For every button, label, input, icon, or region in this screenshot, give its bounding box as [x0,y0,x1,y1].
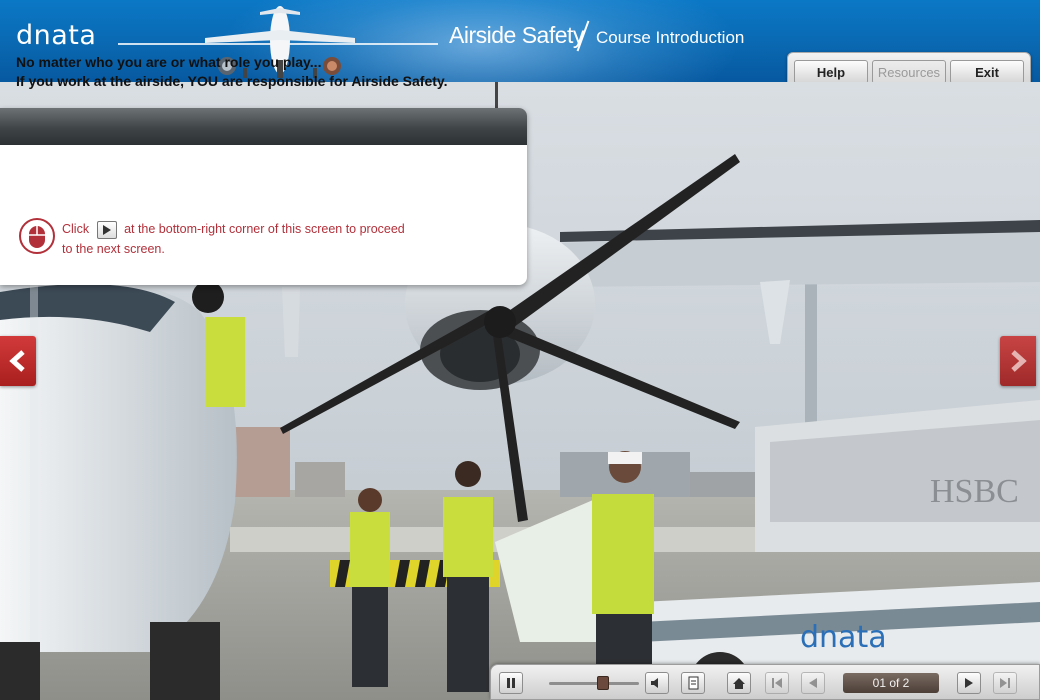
pause-button[interactable] [499,672,523,694]
last-page-icon [1000,678,1010,688]
seek-handle[interactable] [597,676,609,690]
previous-icon [809,678,817,688]
chevron-right-icon [1011,350,1027,372]
instruction-line-2: to the next screen. [62,242,165,256]
previous-screen-arrow[interactable] [0,336,36,386]
next-page-button[interactable] [957,672,981,694]
previous-page-button[interactable] [801,672,825,694]
player-control-bar: 01 of 2 [490,664,1040,700]
intro-text: No matter who you are or what role you p… [16,53,448,91]
home-button[interactable] [727,672,751,694]
help-button[interactable]: Help [794,60,868,84]
mouse-icon [19,218,55,254]
hsbc-sign: HSBC [930,473,1019,510]
course-subtitle: Course Introduction [596,28,745,47]
last-page-button[interactable] [993,672,1017,694]
resources-button[interactable]: Resources [872,60,946,84]
instruction-rest: at the bottom-right corner of this scree… [124,222,405,236]
transcript-button[interactable] [681,672,705,694]
home-icon [733,677,745,689]
truck-dnata-logo: dnata [800,620,887,655]
transcript-icon [688,676,699,690]
first-page-icon [772,678,782,688]
page-indicator: 01 of 2 [843,673,939,693]
instruction-text: Click at the bottom-right corner of this… [62,219,462,259]
course-title: Airside Safety [449,22,584,48]
next-icon [965,678,973,688]
inline-next-icon [96,220,117,239]
volume-button[interactable] [645,672,669,694]
chevron-left-icon [9,350,25,372]
pause-icon [507,678,515,688]
dnata-logo: dnata [16,20,97,51]
card-header-bar [0,108,527,145]
instruction-click: Click [62,222,90,236]
intro-line-1: No matter who you are or what role you p… [16,54,322,70]
volume-icon [651,678,658,688]
next-screen-arrow[interactable] [1000,336,1036,386]
first-page-button[interactable] [765,672,789,694]
seek-track[interactable] [549,682,639,685]
intro-line-2: If you work at the airside, YOU are resp… [16,73,448,89]
exit-button[interactable]: Exit [950,60,1024,84]
